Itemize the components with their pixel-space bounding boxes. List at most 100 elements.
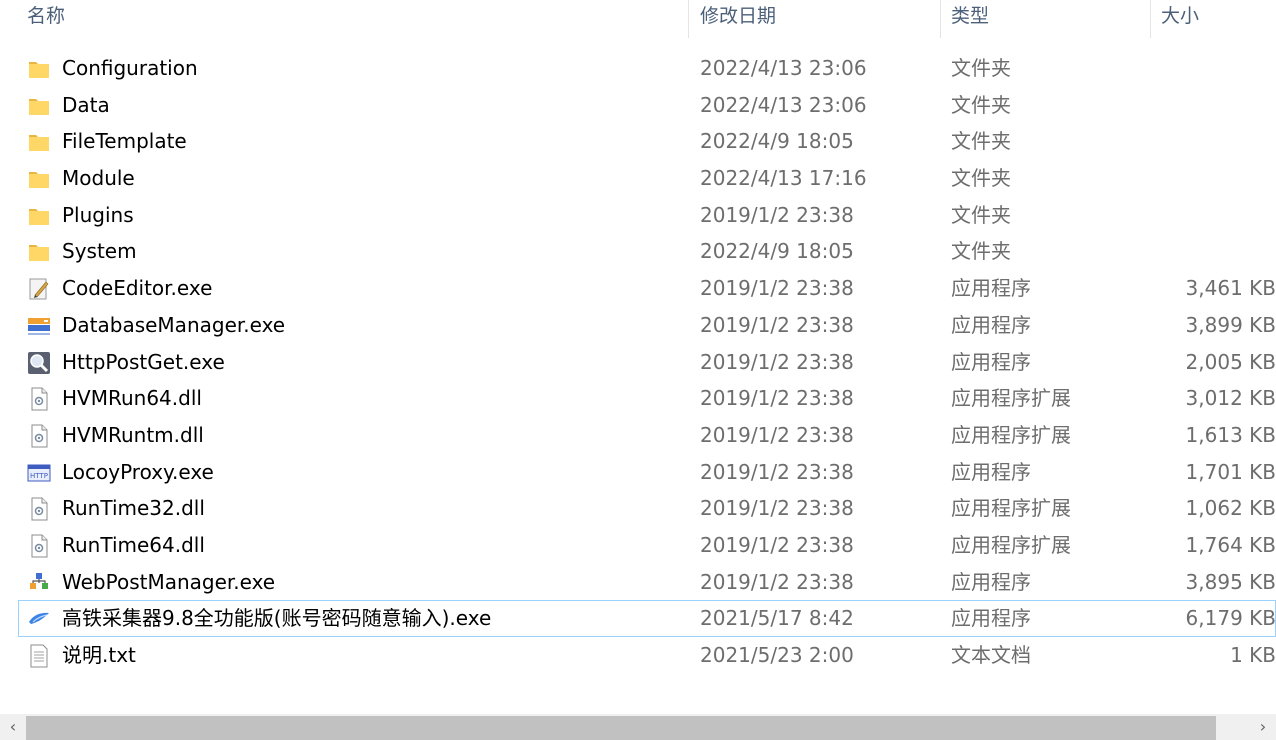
file-type: 应用程序	[951, 569, 1031, 594]
file-modified-date: 2022/4/13 23:06	[700, 92, 867, 117]
file-modified-date: 2021/5/17 8:42	[700, 606, 854, 631]
file-modified-date: 2021/5/23 2:00	[700, 643, 854, 667]
file-size: 3,895 KB	[1185, 569, 1276, 594]
file-type: 文本文档	[951, 643, 1031, 667]
file-name: System	[62, 239, 137, 264]
file-type: 文件夹	[951, 166, 1011, 191]
file-modified-date: 2019/1/2 23:38	[700, 202, 854, 227]
file-modified-date: 2019/1/2 23:38	[700, 276, 854, 301]
horizontal-scrollbar[interactable]: ‹ ›	[0, 714, 1276, 740]
file-size: 3,899 KB	[1185, 312, 1276, 337]
file-type: 应用程序扩展	[951, 422, 1071, 447]
file-size	[1156, 50, 1276, 87]
file-size: 6,179 KB	[1185, 606, 1276, 631]
file-name: Configuration	[62, 56, 198, 80]
file-modified-date: 2019/1/2 23:38	[700, 569, 854, 594]
file-name: HVMRun64.dll	[62, 386, 202, 411]
dll-file-icon	[27, 424, 51, 448]
file-modified-date: 2022/4/13 17:16	[700, 166, 867, 191]
file-type: 应用程序扩展	[951, 532, 1071, 557]
file-name: CodeEditor.exe	[62, 276, 213, 301]
file-type: 应用程序	[951, 276, 1031, 301]
file-modified-date: 2022/4/9 18:05	[700, 129, 854, 154]
file-name: Module	[62, 166, 135, 191]
file-row[interactable]: Plugins 2019/1/2 23:38 文件夹	[0, 197, 1276, 234]
column-header-size[interactable]: 大小	[1161, 0, 1199, 38]
file-name: HttpPostGet.exe	[62, 349, 225, 374]
file-size: 2,005 KB	[1185, 349, 1276, 374]
file-name: LocoyProxy.exe	[62, 459, 214, 484]
svg-text:HTTP: HTTP	[30, 472, 48, 480]
file-row[interactable]: 高铁采集器9.8全功能版(账号密码随意输入).exe 2021/5/17 8:42…	[18, 600, 1276, 637]
file-explorer-list: 名称 修改日期 类型 大小 Configuration 2022/4/13 23:…	[0, 0, 1276, 740]
file-type: 应用程序	[951, 312, 1031, 337]
folder-icon	[27, 130, 51, 154]
file-row[interactable]: Module 2022/4/13 17:16 文件夹	[0, 160, 1276, 197]
file-row[interactable]: HVMRuntm.dll 2019/1/2 23:38 应用程序扩展 1,613 KB	[0, 417, 1276, 454]
folder-icon	[27, 94, 51, 118]
file-row[interactable]: HVMRun64.dll 2019/1/2 23:38 应用程序扩展 3,012 KB	[0, 380, 1276, 417]
file-size: 1,613 KB	[1185, 422, 1276, 447]
file-row[interactable]: HttpPostGet.exe 2019/1/2 23:38 应用程序 2,005 K…	[0, 344, 1276, 381]
file-name: DatabaseManager.exe	[62, 312, 286, 337]
scroll-left-arrow-icon[interactable]: ‹	[3, 714, 23, 740]
file-type: 文件夹	[951, 56, 1011, 80]
dll-file-icon	[27, 497, 51, 521]
file-size: 3,461 KB	[1185, 276, 1276, 301]
file-name: Plugins	[62, 202, 134, 227]
file-row[interactable]: RunTime32.dll 2019/1/2 23:38 应用程序扩展 1,062 K…	[0, 490, 1276, 527]
scroll-thumb[interactable]	[26, 716, 1216, 740]
file-type: 应用程序扩展	[951, 386, 1071, 411]
file-list: Configuration 2022/4/13 23:06 文件夹 Data 2022/…	[0, 50, 1276, 674]
file-size: 1,701 KB	[1185, 459, 1276, 484]
file-row[interactable]: DatabaseManager.exe 2019/1/2 23:38 应用程序 3,8…	[0, 307, 1276, 344]
file-size	[1156, 160, 1276, 197]
file-row[interactable]: HTTP LocoyProxy.exe 2019/1/2 23:38 应用程序 1,70…	[0, 454, 1276, 491]
file-size	[1156, 197, 1276, 234]
folder-icon	[27, 57, 51, 81]
file-row[interactable]: FileTemplate 2022/4/9 18:05 文件夹	[0, 123, 1276, 160]
column-header: 名称 修改日期 类型 大小	[0, 0, 1276, 38]
file-type: 文件夹	[951, 239, 1011, 264]
file-name: 高铁采集器9.8全功能版(账号密码随意输入).exe	[62, 606, 492, 631]
file-modified-date: 2019/1/2 23:38	[700, 386, 854, 411]
file-type: 文件夹	[951, 202, 1011, 227]
column-header-date[interactable]: 修改日期	[700, 0, 776, 38]
file-size	[1156, 233, 1276, 270]
file-modified-date: 2019/1/2 23:38	[700, 459, 854, 484]
column-header-type[interactable]: 类型	[951, 0, 989, 38]
file-row[interactable]: 说明.txt 2021/5/23 2:00 文本文档 1 KB	[0, 637, 1276, 674]
file-modified-date: 2022/4/9 18:05	[700, 239, 854, 264]
column-header-name[interactable]: 名称	[27, 0, 65, 38]
file-size: 1,764 KB	[1185, 532, 1276, 557]
file-name: FileTemplate	[62, 129, 187, 154]
file-row[interactable]: Data 2022/4/13 23:06 文件夹	[0, 87, 1276, 124]
file-row[interactable]: WebPostManager.exe 2019/1/2 23:38 应用程序 3,89…	[0, 564, 1276, 601]
file-name: WebPostManager.exe	[62, 569, 276, 594]
file-size: 3,012 KB	[1185, 386, 1276, 411]
file-size	[1156, 87, 1276, 124]
web-post-icon	[27, 571, 51, 595]
folder-icon	[27, 167, 51, 191]
file-modified-date: 2019/1/2 23:38	[700, 349, 854, 374]
database-manager-icon	[27, 314, 51, 338]
file-type: 文件夹	[951, 92, 1011, 117]
file-type: 应用程序	[951, 349, 1031, 374]
file-row[interactable]: System 2022/4/9 18:05 文件夹	[0, 233, 1276, 270]
crawler-app-icon	[27, 607, 51, 631]
column-divider[interactable]	[1150, 0, 1151, 38]
file-name: Data	[62, 92, 110, 117]
column-divider[interactable]	[688, 0, 689, 38]
file-row[interactable]: Configuration 2022/4/13 23:06 文件夹	[0, 50, 1276, 87]
file-type: 应用程序	[951, 606, 1031, 631]
file-row[interactable]: RunTime64.dll 2019/1/2 23:38 应用程序扩展 1,764 K…	[0, 527, 1276, 564]
scroll-right-arrow-icon[interactable]: ›	[1253, 714, 1273, 740]
column-divider[interactable]	[940, 0, 941, 38]
file-type: 文件夹	[951, 129, 1011, 154]
file-row[interactable]: CodeEditor.exe 2019/1/2 23:38 应用程序 3,461 KB	[0, 270, 1276, 307]
dll-file-icon	[27, 387, 51, 411]
folder-icon	[27, 240, 51, 264]
magnifier-app-icon	[27, 351, 51, 375]
file-name: 说明.txt	[62, 643, 136, 667]
file-type: 应用程序	[951, 459, 1031, 484]
